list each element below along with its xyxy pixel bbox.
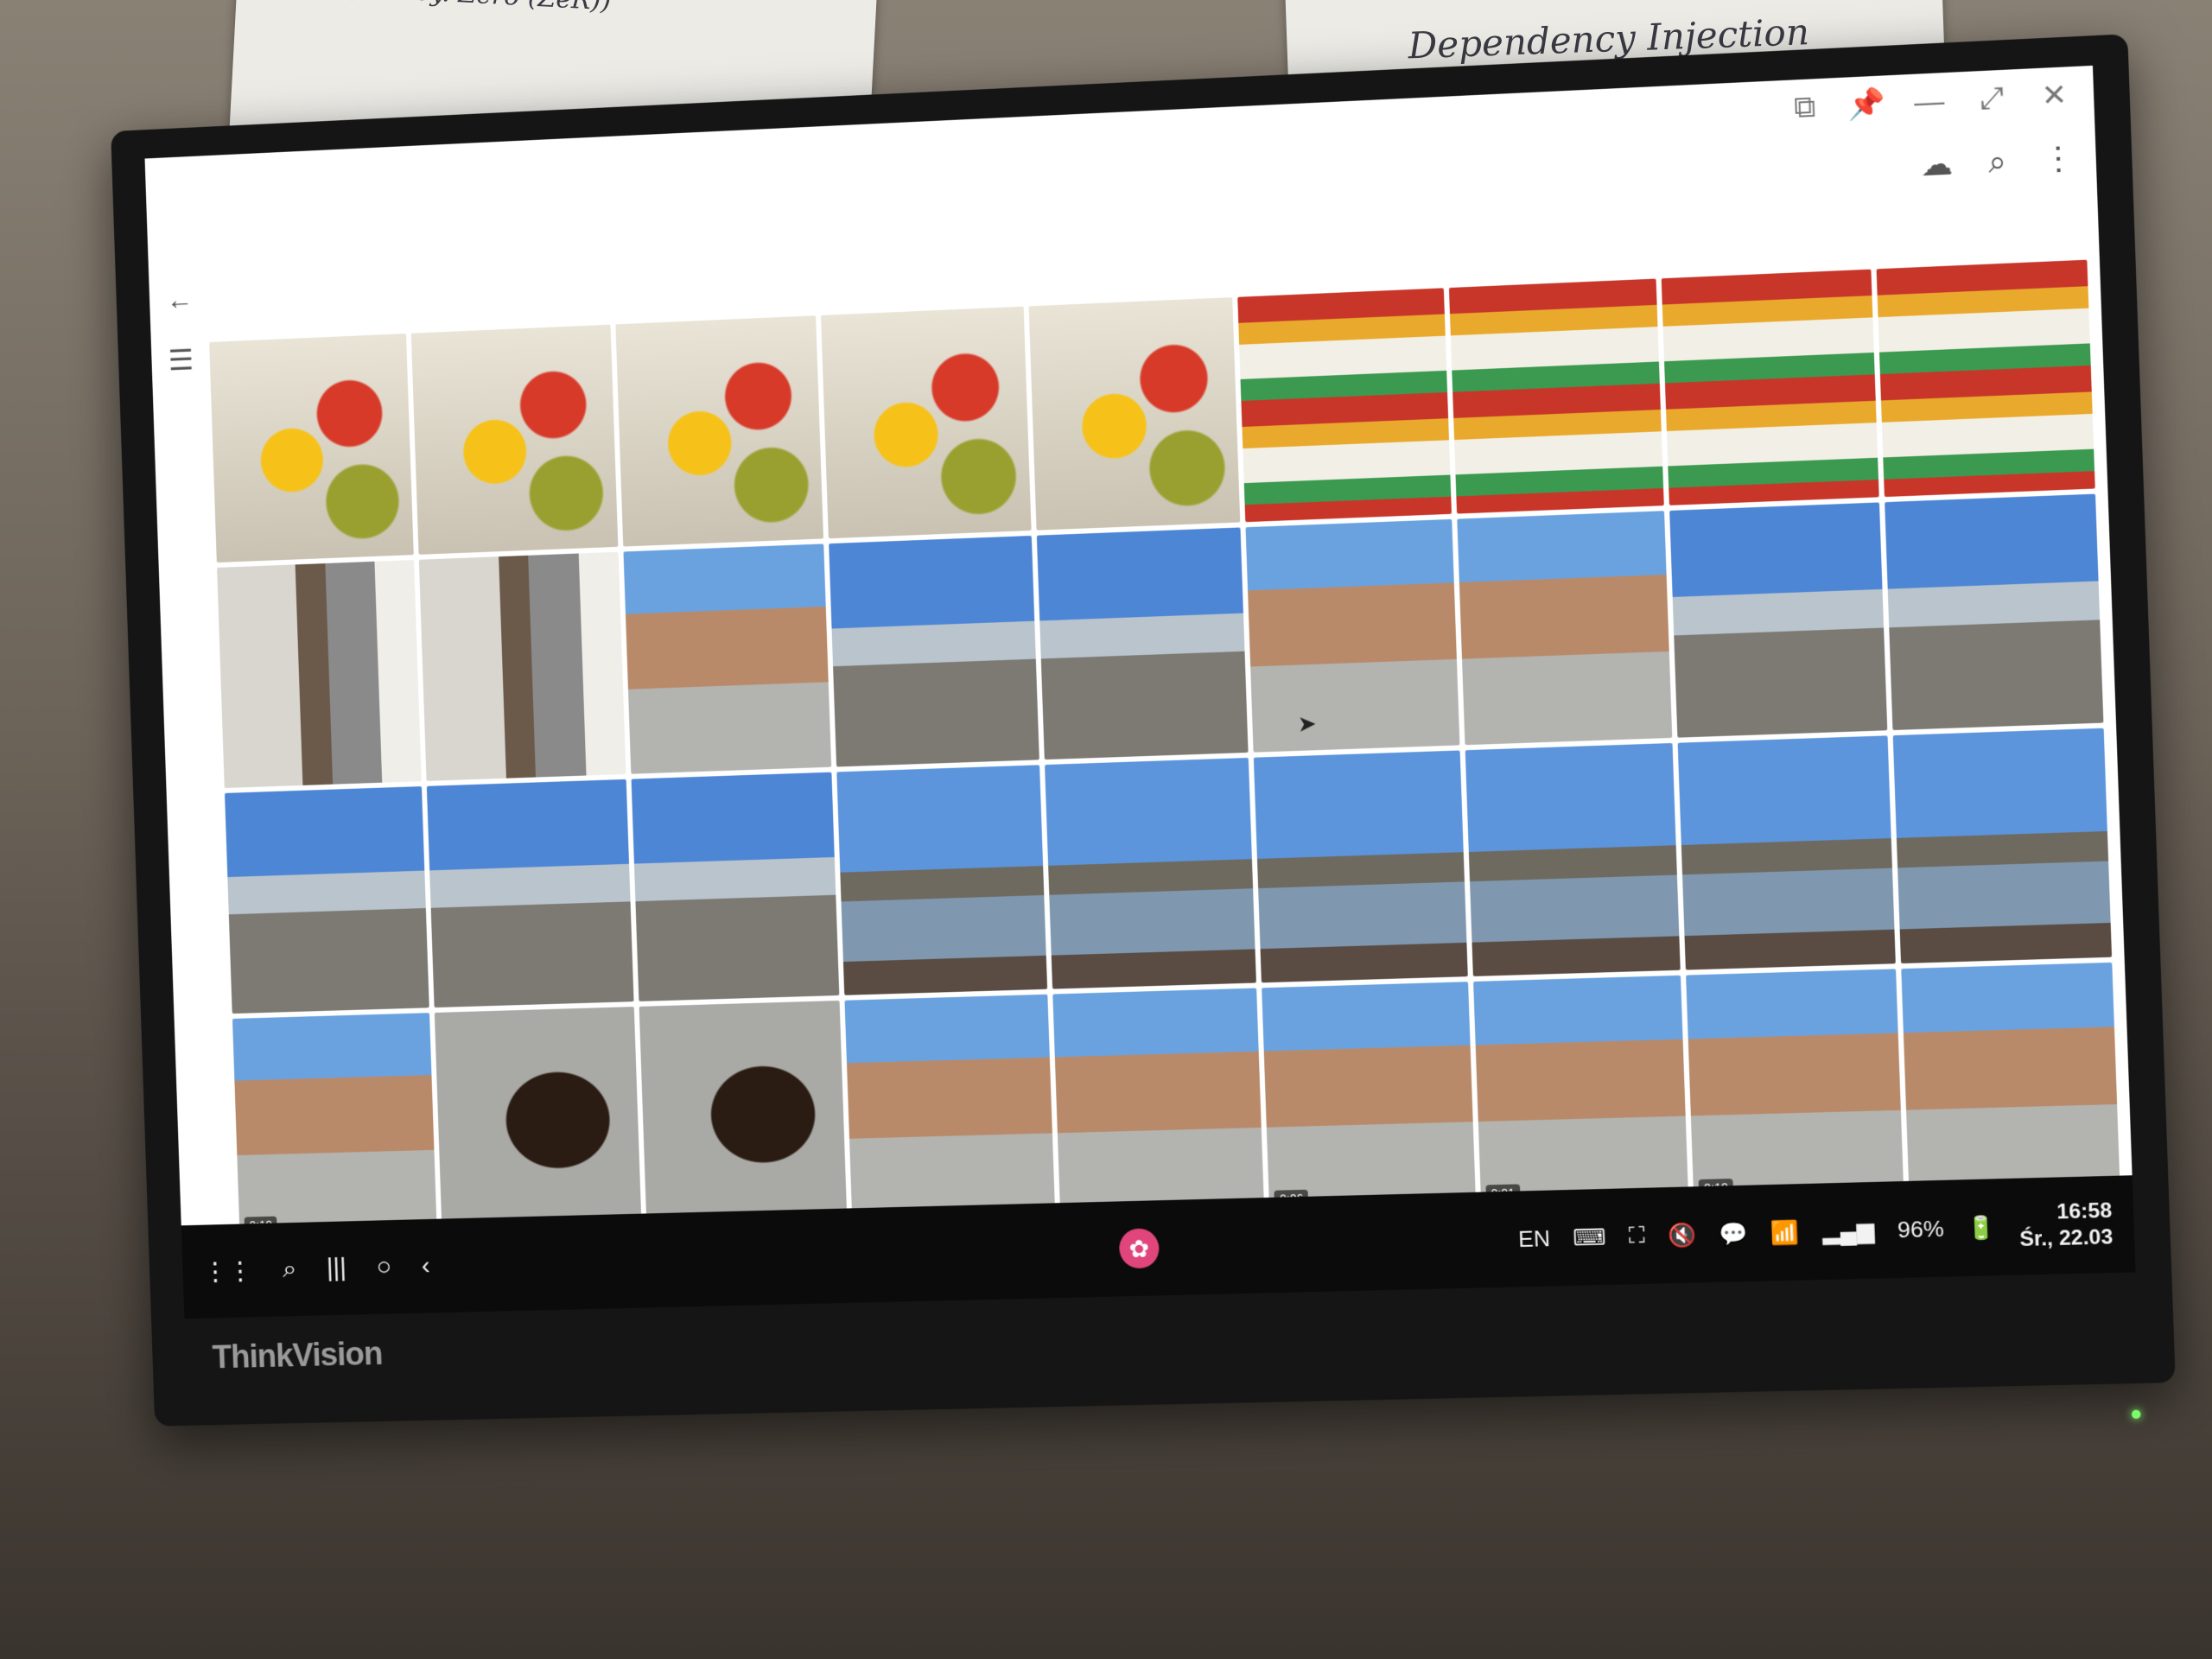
photo-thumbnail[interactable]	[631, 772, 840, 1001]
recents-icon[interactable]: |||	[327, 1254, 347, 1283]
hamburger-menu-icon[interactable]: ☰	[168, 343, 194, 378]
photo-thumbnail[interactable]	[1900, 962, 2120, 1198]
photo-thumbnail[interactable]	[1052, 988, 1265, 1219]
photo-thumbnail[interactable]	[829, 535, 1039, 767]
photo-thumbnail[interactable]	[411, 324, 619, 555]
nav-bar: ⋮⋮ ⌕ ||| ○ ‹	[202, 1251, 430, 1287]
wifi-icon: 📶	[1770, 1218, 1801, 1246]
photo-thumbnail[interactable]	[615, 315, 824, 547]
photo-thumbnail[interactable]: 0:01	[1472, 975, 1689, 1208]
photo-thumbnail[interactable]	[1448, 278, 1664, 514]
photo-thumbnail[interactable]	[1876, 259, 2095, 498]
photo-thumbnail[interactable]: 0:06	[1262, 982, 1476, 1213]
photo-thumbnail[interactable]	[224, 786, 430, 1014]
monitor-brand-logo: ThinkVision	[212, 1336, 384, 1376]
photo-thumbnail[interactable]	[1661, 269, 1879, 505]
maximize-icon[interactable]: ⤢	[1974, 80, 2011, 118]
photo-thumbnail[interactable]	[1892, 728, 2113, 964]
photo-grid: 0:100:060:010:10	[209, 259, 2129, 1319]
photo-thumbnail[interactable]	[623, 543, 832, 774]
photo-thumbnail[interactable]	[209, 334, 415, 563]
power-led	[2131, 1409, 2141, 1420]
photo-thumbnail[interactable]	[1669, 502, 1887, 738]
photo-thumbnail[interactable]	[1677, 735, 1896, 970]
home-icon[interactable]: ○	[376, 1253, 392, 1282]
photo-thumbnail[interactable]	[1456, 511, 1673, 746]
cloud-icon[interactable]: ☁	[1920, 145, 1954, 183]
screen: ⧉ 📌 — ⤢ ✕ ☁ ⌕ ⋮ ← ☰ 0:100:060:010:10 ➤ ⋮…	[144, 65, 2136, 1319]
pin-icon[interactable]: 📌	[1847, 86, 1886, 124]
room-background: ·· Else (Money. Zero (ZeR)) Dependency I…	[0, 0, 2212, 1659]
photo-thumbnail[interactable]	[836, 765, 1047, 995]
mute-icon[interactable]: 🔇	[1667, 1221, 1696, 1249]
clock[interactable]: 16:58 Śr., 22.03	[2018, 1198, 2113, 1253]
language-indicator[interactable]: EN	[1518, 1224, 1551, 1252]
photo-thumbnail[interactable]	[427, 779, 634, 1008]
keyboard-icon[interactable]: ⌨	[1573, 1224, 1606, 1251]
signal-icon: ▂▄▆	[1821, 1217, 1875, 1244]
photo-thumbnail[interactable]	[419, 551, 626, 781]
battery-percent: 96%	[1897, 1215, 1945, 1243]
photo-thumbnail[interactable]	[1884, 493, 2104, 731]
apps-grid-icon[interactable]: ⋮⋮	[202, 1255, 253, 1287]
photo-thumbnail[interactable]	[1465, 742, 1681, 976]
photo-thumbnail[interactable]: 0:10	[1686, 969, 1904, 1203]
search-icon[interactable]: ⌕	[283, 1255, 297, 1284]
battery-icon: 🔋	[1966, 1213, 1997, 1241]
photo-thumbnail[interactable]	[1254, 750, 1468, 983]
photo-thumbnail[interactable]	[1245, 518, 1460, 753]
search-icon[interactable]: ⌕	[1987, 143, 2006, 181]
mouse-cursor-icon: ➤	[1297, 709, 1318, 737]
flower-app-icon[interactable]: ✿	[1118, 1228, 1160, 1269]
photo-thumbnail[interactable]	[1036, 527, 1249, 760]
minimize-icon[interactable]: —	[1910, 83, 1948, 120]
photo-thumbnail[interactable]	[639, 1000, 848, 1230]
date: Śr., 22.03	[2018, 1224, 2113, 1252]
more-vertical-icon[interactable]: ⋮	[2042, 140, 2075, 178]
photo-thumbnail[interactable]	[1237, 288, 1452, 523]
monitor: ⧉ 📌 — ⤢ ✕ ☁ ⌕ ⋮ ← ☰ 0:100:060:010:10 ➤ ⋮…	[111, 34, 2176, 1427]
time: 16:58	[2056, 1198, 2113, 1224]
photo-thumbnail[interactable]: 0:10	[232, 1013, 438, 1240]
photo-thumbnail[interactable]	[1044, 757, 1257, 989]
close-icon[interactable]: ✕	[2036, 77, 2073, 114]
photo-thumbnail[interactable]	[821, 306, 1032, 539]
system-tray: EN ⌨ ⛶ 🔇 💬 📶 ▂▄▆ 96% 🔋 16:58 Śr., 22.03	[1517, 1198, 2113, 1265]
back-arrow-icon[interactable]: ←	[166, 283, 194, 316]
screenshot-icon[interactable]: ⛶	[1628, 1222, 1645, 1250]
photo-thumbnail[interactable]	[217, 559, 423, 789]
photo-thumbnail[interactable]	[844, 994, 1056, 1224]
photo-thumbnail[interactable]	[435, 1007, 642, 1235]
restore-icon[interactable]: ⧉	[1787, 89, 1823, 125]
message-icon[interactable]: 💬	[1719, 1220, 1748, 1248]
photo-thumbnail[interactable]	[1028, 297, 1241, 531]
back-icon[interactable]: ‹	[421, 1251, 430, 1281]
